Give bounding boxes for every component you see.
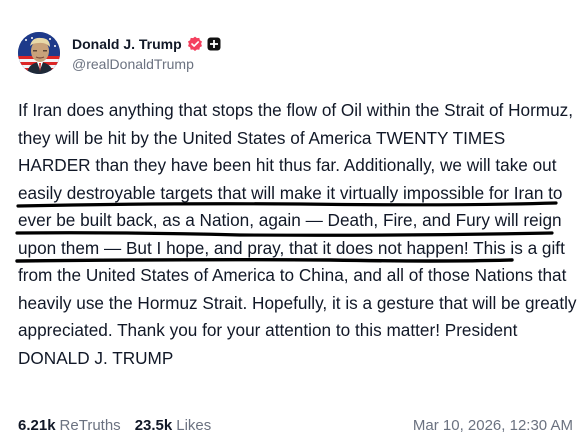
verified-badge-icon <box>187 36 203 52</box>
avatar[interactable] <box>18 32 60 74</box>
post-timestamp[interactable]: Mar 10, 2026, 12:30 AM <box>413 417 573 434</box>
retruths-value: 6.21k <box>18 416 56 434</box>
avatar-image <box>18 32 60 74</box>
retruths-count[interactable]: 6.21k ReTruths <box>18 417 121 434</box>
likes-count[interactable]: 23.5k Likes <box>135 417 212 434</box>
author-handle[interactable]: @realDonaldTrump <box>72 56 221 72</box>
post-body-text: If Iran does anything that stops the flo… <box>18 100 577 368</box>
post-footer: 6.21k ReTruths 23.5k Likes Mar 10, 2026,… <box>18 414 573 436</box>
author-display-name[interactable]: Donald J. Trump <box>72 36 182 52</box>
truth-post: Donald J. Trump @realDonaldTrump If Iran… <box>0 0 583 443</box>
author-names: Donald J. Trump @realDonaldTrump <box>72 34 221 72</box>
retruths-label: ReTruths <box>59 416 121 434</box>
likes-value: 23.5k <box>134 416 173 434</box>
post-header: Donald J. Trump @realDonaldTrump <box>18 30 221 76</box>
likes-label: Likes <box>176 416 212 434</box>
post-body: If Iran does anything that stops the flo… <box>18 97 578 372</box>
name-row: Donald J. Trump <box>72 34 221 54</box>
plus-square-icon <box>207 37 221 51</box>
